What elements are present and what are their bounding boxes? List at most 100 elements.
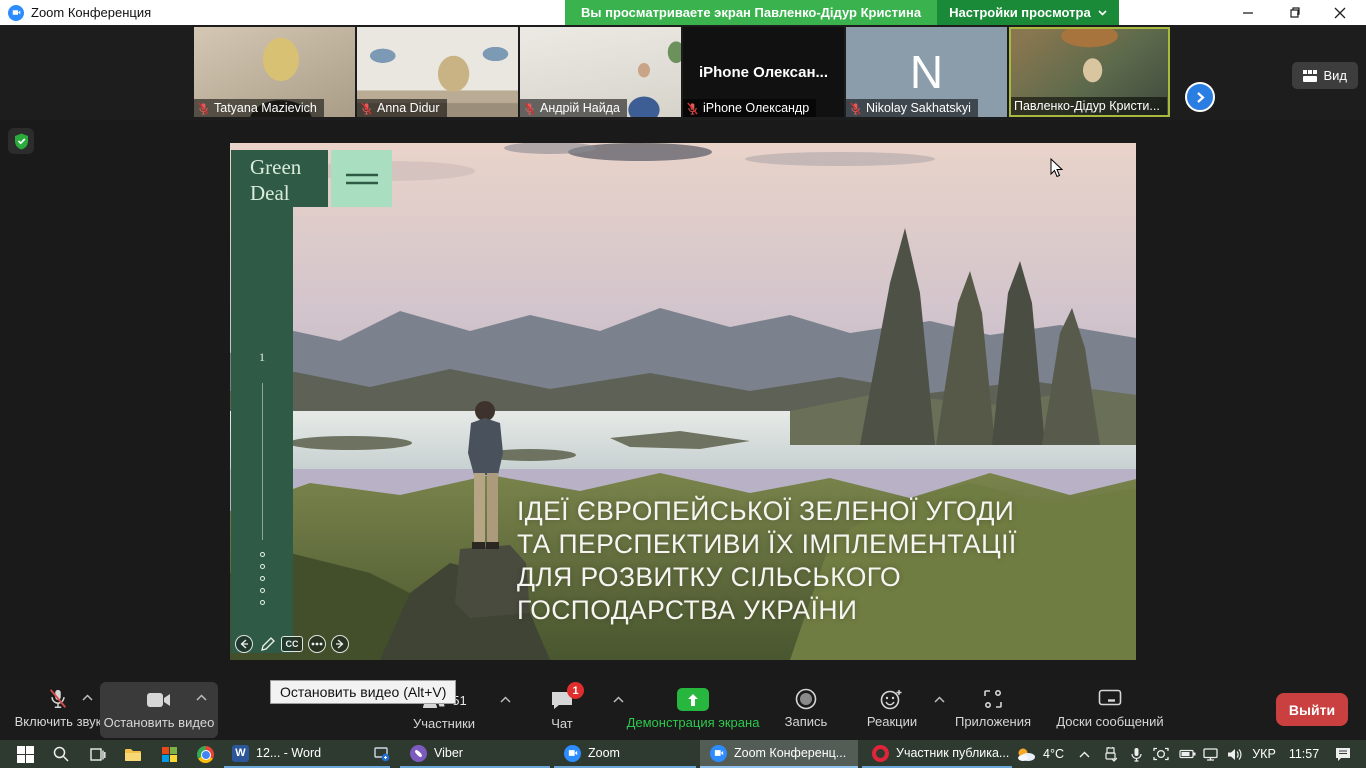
whiteboards-button[interactable]: Доски сообщений [1041, 681, 1179, 739]
clock[interactable]: 11:57 [1282, 740, 1326, 768]
muted-mic-icon [46, 688, 70, 710]
taskbar-zoom-app[interactable]: Zoom [554, 740, 696, 768]
window-title: Zoom Конференция [31, 5, 151, 20]
muted-mic-icon [360, 102, 373, 115]
shared-screen-area: Green Deal 1 ІДЕЇ ЄВРОПЕЙСЬКОЇ ЗЕЛЕНОЇ У… [0, 120, 1366, 680]
leave-meeting-button[interactable]: Выйти [1276, 693, 1348, 726]
participants-options-chevron[interactable] [500, 696, 511, 703]
close-button[interactable] [1318, 0, 1362, 25]
stop-video-tooltip: Остановить видео (Alt+V) [270, 680, 456, 704]
chat-options-chevron[interactable] [613, 696, 624, 703]
logo-line1: Green [250, 154, 328, 180]
notification-center-button[interactable] [1328, 740, 1358, 768]
screen-share-banner: Вы просматриваете экран Павленко-Дідур К… [565, 0, 1119, 25]
connect-display-icon [374, 747, 390, 762]
tray-camera-icon[interactable] [1148, 740, 1174, 768]
participant-tile[interactable]: N Nikolay Sakhatskyi [846, 27, 1007, 117]
tray-volume-icon[interactable] [1222, 740, 1248, 768]
tray-usb-icon[interactable] [1098, 740, 1122, 768]
participant-tile-active-speaker[interactable]: Павленко-Дідур Кристи... [1009, 27, 1170, 117]
minimize-button[interactable] [1226, 0, 1270, 25]
reactions-label: Реакции [867, 714, 917, 729]
participant-name: Anna Didur [377, 101, 440, 115]
logo-line2: Deal [250, 180, 328, 206]
participant-name: Андрій Найда [540, 101, 620, 115]
arrow-left-icon [239, 639, 249, 649]
slide-sidebar: 1 [231, 207, 293, 653]
opera-icon [872, 745, 889, 762]
taskbar-search-button[interactable] [44, 740, 78, 768]
participant-tile[interactable]: Anna Didur [357, 27, 518, 117]
audio-options-chevron[interactable] [82, 694, 93, 701]
next-slide-button[interactable] [331, 635, 349, 653]
tray-microphone-icon[interactable] [1124, 740, 1148, 768]
restore-icon [1288, 7, 1300, 19]
taskbar-sync-button[interactable] [368, 740, 396, 768]
slide-title-line: ДЛЯ РОЗВИТКУ СІЛЬСЬКОГО [517, 561, 1017, 594]
chevron-right-icon [1195, 91, 1206, 104]
stop-video-button-hover[interactable]: Остановить видео Остановить видео (Alt+V… [100, 682, 218, 738]
taskbar-zoom-meeting-app[interactable]: Zoom Конференц... [700, 740, 858, 768]
draw-button[interactable] [258, 635, 276, 653]
slide-page-number: 1 [231, 350, 293, 365]
video-options-chevron[interactable] [196, 694, 207, 701]
participant-initial: N [910, 45, 943, 99]
minimize-icon [1242, 7, 1254, 19]
participant-tile[interactable]: iPhone Олексан... iPhone Олександр [683, 27, 844, 117]
microsoft-store-button[interactable] [152, 740, 186, 768]
tray-battery-icon[interactable] [1174, 740, 1200, 768]
muted-mic-icon [523, 102, 536, 115]
captions-button[interactable]: CC [281, 636, 303, 652]
chevron-up-icon [1079, 751, 1090, 758]
taskbar-opera-app[interactable]: Участник публика... [862, 740, 1012, 768]
taskbar-word-app[interactable]: W 12... - Word [224, 740, 390, 768]
view-layout-button[interactable]: Вид [1292, 62, 1358, 89]
participant-tile[interactable]: Tatyana Mazievich [194, 27, 355, 117]
chrome-button[interactable] [188, 740, 222, 768]
more-options-button[interactable] [308, 635, 326, 653]
tray-expand-button[interactable] [1072, 740, 1096, 768]
next-participants-button[interactable] [1185, 82, 1215, 112]
toolbar-center-buttons: 51 Участники 1 Чат Демонстрация экрана [388, 681, 1179, 739]
slide-title-line: ІДЕЇ ЄВРОПЕЙСЬКОЇ ЗЕЛЕНОЇ УГОДИ [517, 495, 1017, 528]
tray-network-icon[interactable] [1198, 740, 1224, 768]
reactions-options-chevron[interactable] [934, 696, 945, 703]
zoom-app-label: Zoom [588, 746, 620, 760]
start-button[interactable] [8, 740, 42, 768]
language-indicator[interactable]: УКР [1246, 740, 1282, 768]
viber-app-label: Viber [434, 746, 463, 760]
video-camera-icon [146, 689, 172, 711]
restore-button[interactable] [1272, 0, 1316, 25]
apps-button[interactable]: Приложения [945, 681, 1041, 739]
taskbar-weather-widget[interactable]: 4°C [1000, 740, 1080, 768]
participants-label: Участники [413, 716, 475, 731]
participant-name: iPhone Олександр [703, 101, 809, 115]
whiteboard-icon [1098, 688, 1122, 710]
file-explorer-button[interactable] [116, 740, 150, 768]
grid-view-icon [1303, 70, 1317, 82]
unmute-label: Включить звук [15, 714, 102, 729]
opera-app-label: Участник публика... [896, 746, 1009, 760]
participant-name: Tatyana Mazievich [214, 101, 317, 115]
share-screen-button[interactable]: Демонстрация экрана [624, 681, 762, 739]
participant-name-label: Андрій Найда [520, 99, 627, 117]
participant-name-label: Nikolay Sakhatskyi [846, 99, 978, 117]
participant-tile[interactable]: Андрій Найда [520, 27, 681, 117]
reactions-button[interactable]: Реакции [850, 681, 934, 739]
stop-video-button[interactable]: Остановить видео [100, 682, 218, 740]
windows-logo-icon [17, 746, 34, 763]
slide-menu-button[interactable] [331, 150, 392, 207]
unmute-button[interactable]: Включить звук [10, 681, 106, 739]
chat-label: Чат [551, 716, 573, 731]
record-button[interactable]: Запись [762, 681, 850, 739]
taskbar-viber-app[interactable]: Viber [400, 740, 550, 768]
folder-icon [124, 747, 142, 762]
participant-name-label: Tatyana Mazievich [194, 99, 324, 117]
previous-slide-button[interactable] [235, 635, 253, 653]
task-view-button[interactable] [80, 740, 114, 768]
mouse-cursor [1050, 158, 1064, 178]
whiteboards-label: Доски сообщений [1056, 714, 1163, 729]
participant-name: Павленко-Дідур Кристи... [1014, 99, 1160, 113]
chat-button[interactable]: 1 Чат [511, 681, 613, 739]
view-settings-button[interactable]: Настройки просмотра [937, 0, 1119, 25]
